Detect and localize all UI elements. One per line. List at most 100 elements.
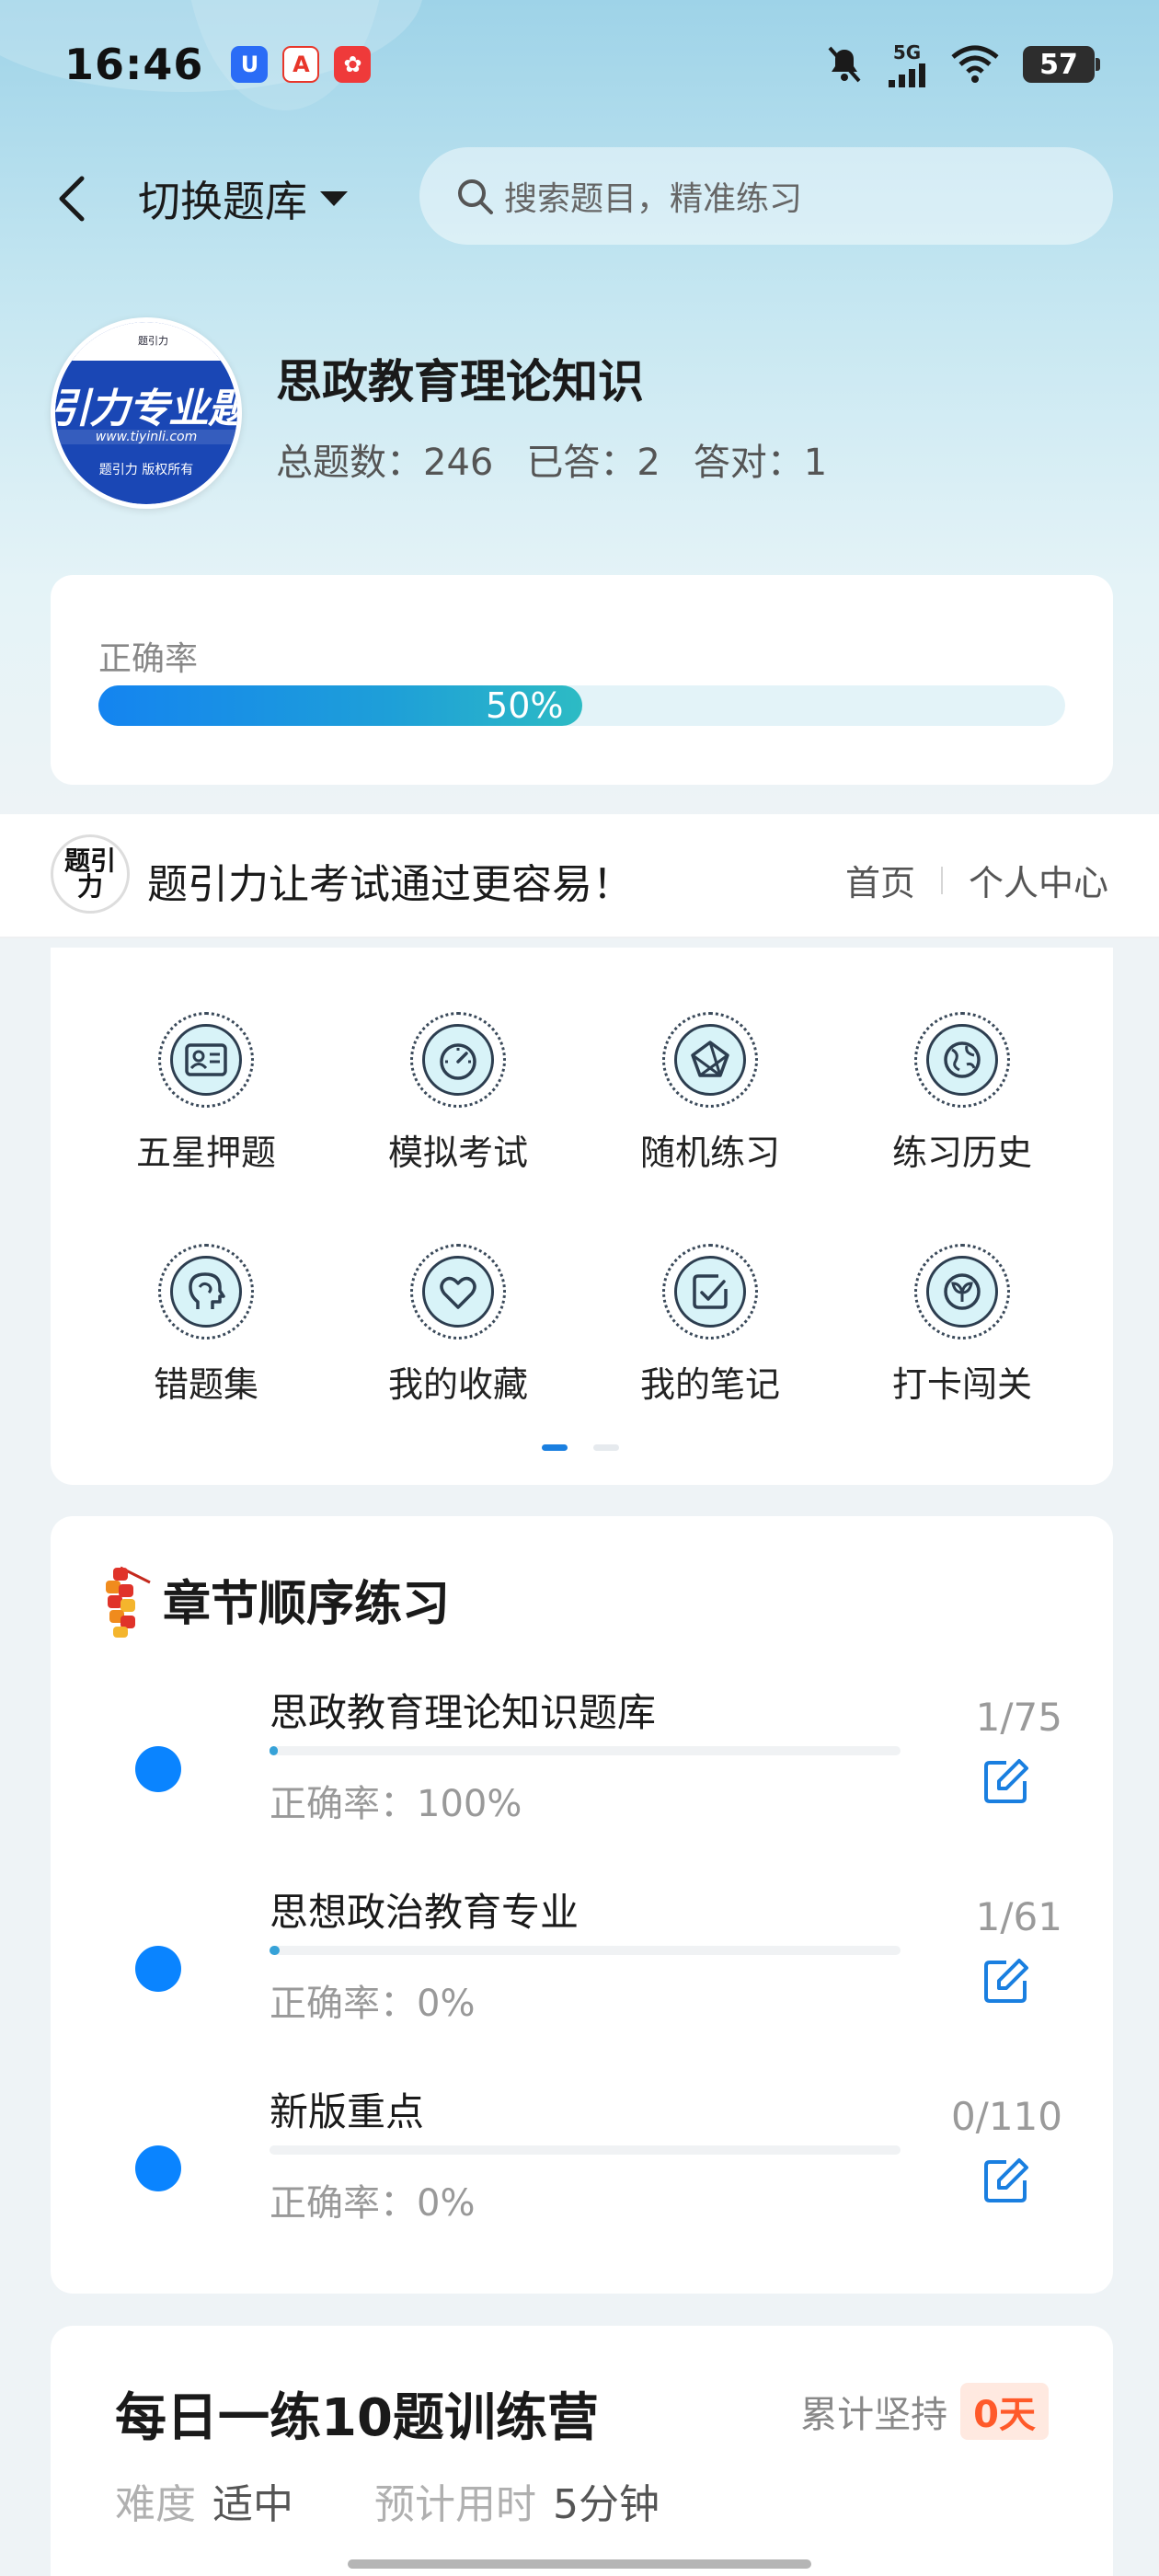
notification-app-icons: U A ✿ — [231, 46, 372, 83]
accuracy-card: 正确率 50% — [51, 575, 1113, 785]
globe-icon — [944, 1041, 981, 1078]
chapter-item[interactable]: 思想政治教育专业 正确率：0% 1/61 — [51, 1881, 1113, 2065]
accuracy-progress-fill: 50% — [98, 685, 582, 726]
chapter-progress-track — [270, 1946, 901, 1955]
daily-streak: 累计坚持 0天 — [800, 2383, 1049, 2440]
feature-random-practice[interactable]: 随机练习 — [609, 970, 811, 1173]
chapter-item[interactable]: 思政教育理论知识题库 正确率：100% 1/75 — [51, 1682, 1113, 1866]
feature-label: 五星押题 — [135, 1133, 276, 1173]
network-type: 5G — [892, 41, 922, 63]
difficulty-label: 难度 — [115, 2481, 196, 2528]
edit-icon[interactable] — [981, 1955, 1032, 2007]
feature-practice-history[interactable]: 练习历史 — [861, 970, 1063, 1173]
chapter-name: 思政教育理论知识题库 — [270, 1690, 657, 1735]
daily-practice-meta: 难度 适中 预计用时 5分钟 — [115, 2471, 724, 2530]
red-app-icon: ✿ — [334, 46, 372, 83]
a-app-icon: A — [282, 46, 320, 83]
feature-five-star[interactable]: 五星押题 — [105, 970, 307, 1173]
chapter-practice-card: 章节顺序练习 思政教育理论知识题库 正确率：100% 1/75 思想政治教育专业… — [51, 1516, 1113, 2294]
chapter-practice-title: 章节顺序练习 — [163, 1576, 451, 1632]
question-bank-logo: 题引力 引力专业题 www.tiyinli.com 题引力 版权所有 — [51, 317, 242, 509]
total-questions: 总题数：246 — [276, 442, 494, 484]
feature-notes[interactable]: 我的笔记 — [609, 1202, 811, 1405]
top-navigation: 切换题库 搜索题目，精准练习 — [0, 147, 1159, 248]
question-bank-stats: 总题数：246 已答：2 答对：1 — [276, 432, 827, 486]
edit-icon[interactable] — [981, 2155, 1032, 2206]
chapter-count: 1/61 — [975, 1894, 1062, 1939]
cellular-signal-icon: 5G — [887, 41, 927, 87]
chapter-name: 新版重点 — [270, 2089, 425, 2134]
chapter-status-dot — [135, 1746, 181, 1792]
home-indicator[interactable] — [348, 2559, 811, 2569]
feature-label: 练习历史 — [891, 1133, 1032, 1173]
difficulty-value: 适中 — [212, 2481, 293, 2528]
profile-link[interactable]: 个人中心 — [969, 855, 1108, 905]
firecracker-icon — [106, 1566, 151, 1638]
chapter-practice-header: 章节顺序练习 — [97, 1553, 450, 1645]
brand-slogan: 题引力让考试通过更容易！ — [147, 861, 633, 908]
feature-grid: 五星押题 模拟考试 随机练习 练习历史 错题集 我的收藏 我的笔记 打卡闯关 — [51, 948, 1113, 1485]
accuracy-progress-track: 50% — [98, 685, 1065, 726]
streak-label: 累计坚持 — [800, 2394, 948, 2436]
chapter-count: 1/75 — [975, 1695, 1062, 1740]
answered-count: 已答：2 — [526, 442, 660, 484]
chapter-progress-fill — [270, 1946, 281, 1955]
accuracy-value: 50% — [486, 685, 564, 726]
daily-practice-card[interactable]: 每日一练10题训练营 累计坚持 0天 难度 适中 预计用时 5分钟 — [51, 2326, 1113, 2576]
feature-pager — [542, 1444, 619, 1451]
switch-question-bank-button[interactable]: 切换题库 — [138, 171, 348, 226]
feature-label: 打卡闯关 — [891, 1364, 1032, 1405]
feature-wrong-questions[interactable]: 错题集 — [105, 1202, 307, 1405]
logo-big-text: 引力专业题 — [55, 385, 237, 432]
status-time: 16:46 — [64, 40, 204, 89]
feature-label: 随机练习 — [639, 1133, 780, 1173]
feature-label: 模拟考试 — [387, 1133, 528, 1173]
pager-dot-active[interactable] — [542, 1444, 568, 1451]
switch-question-bank-label: 切换题库 — [138, 177, 307, 226]
brand-banner: 题引力 题引力让考试通过更容易！ 首页 个人中心 — [0, 814, 1159, 938]
logo-top-text: 题引力 — [138, 335, 168, 347]
home-link[interactable]: 首页 — [845, 855, 915, 905]
chapter-progress-fill — [270, 1746, 279, 1755]
chapter-accuracy: 正确率：0% — [270, 2182, 476, 2225]
edit-icon[interactable] — [981, 1755, 1032, 1807]
chapter-count: 0/110 — [950, 2094, 1062, 2139]
streak-badge: 0天 — [960, 2383, 1049, 2440]
back-arrow-icon[interactable] — [51, 173, 97, 224]
feature-label: 我的笔记 — [639, 1364, 780, 1405]
chapter-item[interactable]: 新版重点 正确率：0% 0/110 — [51, 2081, 1113, 2265]
head-icon — [189, 1272, 225, 1309]
daily-practice-title: 每日一练10题训练营 — [115, 2388, 599, 2448]
feature-checkin-challenge[interactable]: 打卡闯关 — [861, 1202, 1063, 1405]
search-placeholder: 搜索题目，精准练习 — [504, 180, 803, 218]
wifi-icon — [951, 45, 999, 83]
chapter-status-dot — [135, 2145, 181, 2191]
link-divider — [940, 866, 943, 894]
banner-links: 首页 个人中心 — [845, 855, 1108, 905]
leaf-badge-icon — [944, 1273, 981, 1310]
mute-bell-icon — [828, 46, 861, 83]
chapter-accuracy: 正确率：0% — [270, 1983, 476, 2025]
brand-logo: 题引力 — [51, 834, 130, 914]
chapter-accuracy: 正确率：100% — [270, 1783, 522, 1825]
search-input[interactable]: 搜索题目，精准练习 — [419, 147, 1113, 245]
chapter-name: 思想政治教育专业 — [270, 1890, 580, 1935]
correct-count: 答对：1 — [693, 442, 828, 484]
chapter-progress-track — [270, 1746, 901, 1755]
chapter-progress-track — [270, 2145, 901, 2155]
battery-indicator: 57 — [1023, 46, 1100, 83]
pager-dot[interactable] — [593, 1444, 619, 1451]
logo-copyright: 题引力 版权所有 — [98, 463, 194, 477]
feature-favorites[interactable]: 我的收藏 — [357, 1202, 559, 1405]
question-bank-title: 思政教育理论知识 — [276, 355, 644, 408]
chapter-status-dot — [135, 1946, 181, 1992]
status-bar: 16:46 U A ✿ 5G 57 — [0, 0, 1159, 129]
logo-url: www.tiyinli.com — [55, 430, 237, 444]
feature-label: 我的收藏 — [387, 1364, 528, 1405]
note-check-icon — [693, 1274, 728, 1309]
estimated-time-label: 预计用时 — [374, 2481, 536, 2528]
signal-bars-icon — [889, 63, 925, 87]
status-indicators: 5G 57 — [824, 41, 1100, 87]
feature-mock-exam[interactable]: 模拟考试 — [357, 970, 559, 1173]
feature-label: 错题集 — [153, 1364, 258, 1405]
